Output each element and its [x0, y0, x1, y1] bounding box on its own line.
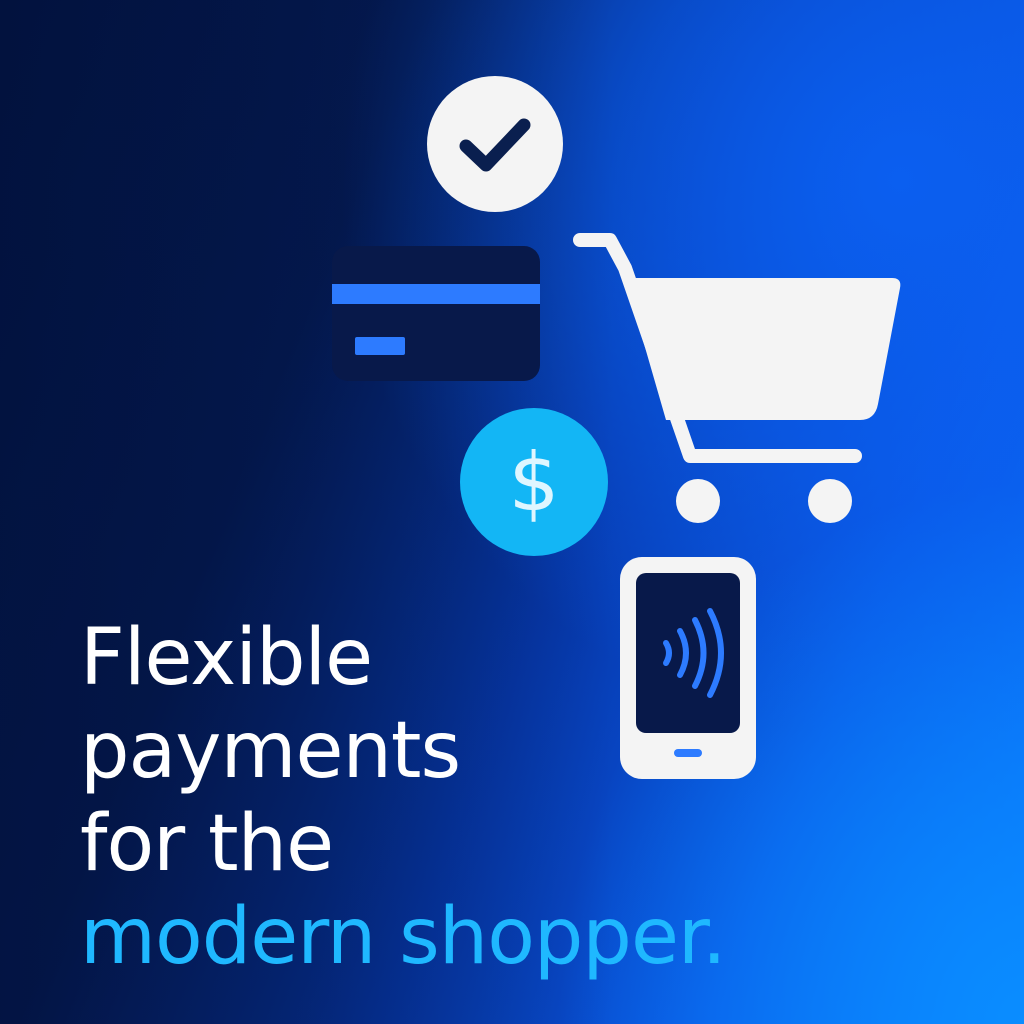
headline-line-4-accent: modern shopper. [80, 892, 727, 982]
headline-line-2: payments [80, 706, 461, 796]
dollar-symbol: $ [509, 436, 560, 529]
credit-card-icon [332, 246, 540, 381]
promo-banner: $ Flexible payments for the modern shopp… [0, 0, 1024, 1024]
headline-line-1: Flexible [80, 613, 373, 703]
headline-line-3: for the [80, 799, 334, 889]
shopping-cart-icon [573, 233, 901, 523]
headline: Flexible payments for the modern shopper… [80, 612, 800, 984]
check-icon [427, 76, 563, 212]
